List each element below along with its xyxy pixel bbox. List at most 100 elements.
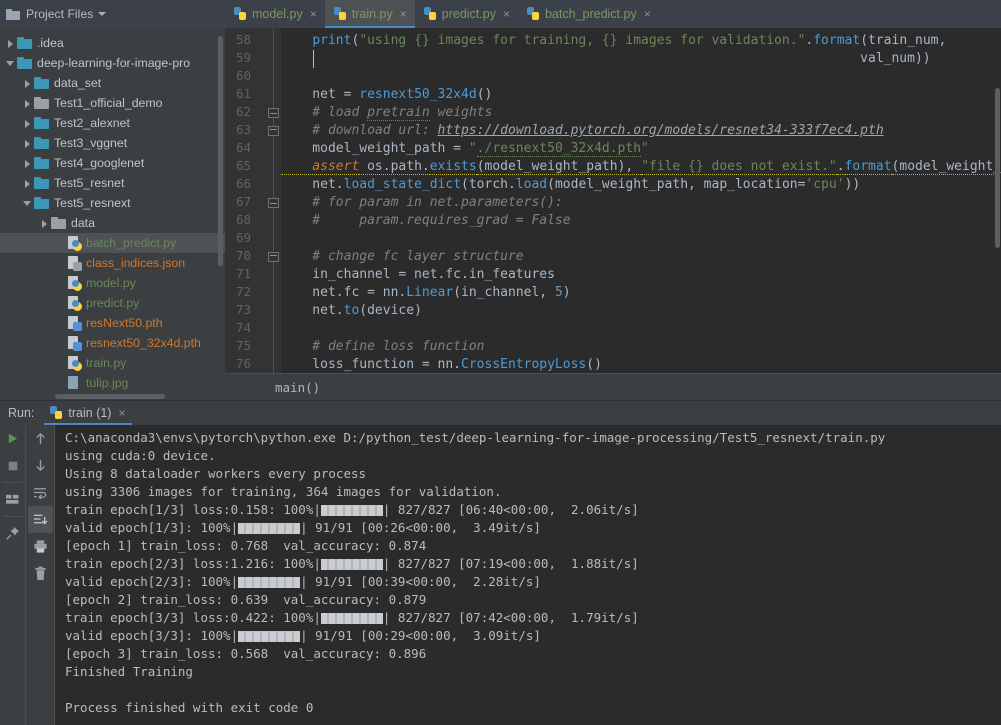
- clear-all-icon[interactable]: [28, 560, 53, 587]
- tree-item-label: resnext50_32x4d.pth: [86, 336, 201, 350]
- editor-tab-train-py[interactable]: train.py ×: [324, 0, 415, 28]
- project-tree[interactable]: tulip.jpg train.py resnext50_32x4d.pth resN…: [0, 28, 225, 400]
- code-line: net.fc = nn.Linear(in_channel, 5): [281, 285, 571, 300]
- chevron-right-icon[interactable]: [21, 97, 33, 109]
- tree-item-label: tulip.jpg: [86, 376, 129, 390]
- scroll-down-icon[interactable]: [28, 452, 53, 479]
- progress-bar: [320, 505, 383, 516]
- close-icon[interactable]: ×: [118, 406, 125, 420]
- tree-item--idea[interactable]: .idea: [0, 33, 225, 53]
- tree-item-deep-learning-for-image-pro[interactable]: deep-learning-for-image-pro: [0, 53, 225, 73]
- line-number: 66: [235, 176, 251, 191]
- progress-bar: [320, 613, 383, 624]
- code-fold-marker[interactable]: [268, 126, 279, 136]
- code-content[interactable]: print("using {} images for training, {} …: [281, 28, 1001, 373]
- chevron-down-icon[interactable]: [98, 12, 107, 16]
- project-files-selector[interactable]: Project Files: [0, 0, 225, 28]
- code-line: in_channel = net.fc.in_features: [281, 267, 555, 282]
- code-fold-marker[interactable]: [268, 198, 279, 208]
- image-file-icon: [68, 376, 81, 390]
- python-file-icon: [333, 7, 347, 21]
- code-line: net = resnext50_32x4d(): [281, 87, 493, 102]
- editor-tab-model-py[interactable]: model.py ×: [225, 0, 325, 28]
- tree-item-test1-official-demo[interactable]: Test1_official_demo: [0, 93, 225, 113]
- chevron-right-icon[interactable]: [21, 117, 33, 129]
- tree-item-tulip-jpg[interactable]: tulip.jpg: [0, 373, 225, 393]
- tree-item-test4-googlenet[interactable]: Test4_googlenet: [0, 153, 225, 173]
- project-tree-vertical-scrollbar[interactable]: [218, 36, 223, 266]
- chevron-down-icon[interactable]: [21, 197, 33, 209]
- chevron-right-icon[interactable]: [38, 217, 50, 229]
- tree-item-label: batch_predict.py: [86, 236, 177, 250]
- console-text: | 827/827 [07:42<00:00, 1.79it/s]: [382, 610, 639, 625]
- code-line: # load pretrain weights: [281, 105, 493, 121]
- folder-icon: [6, 8, 20, 20]
- scroll-up-icon[interactable]: [28, 425, 53, 452]
- console-text: valid epoch[2/3]: 100%|: [65, 574, 239, 589]
- line-number: 64: [235, 140, 251, 155]
- progress-bar: [238, 577, 301, 588]
- console-text: train epoch[1/3] loss:0.158: 100%|: [65, 502, 321, 517]
- tree-item-model-py[interactable]: model.py: [0, 273, 225, 293]
- tree-item-train-py[interactable]: train.py: [0, 353, 225, 373]
- run-console-output[interactable]: C:\anaconda3\envs\pytorch\python.exe D:/…: [55, 425, 1001, 725]
- code-fold-marker[interactable]: [268, 108, 279, 118]
- run-icon[interactable]: [0, 425, 25, 452]
- toolbar-divider: [3, 516, 22, 517]
- code-line: print("using {} images for training, {} …: [312, 33, 947, 48]
- tree-item-class-indices-json[interactable]: class_indices.json: [0, 253, 225, 273]
- chevron-down-icon[interactable]: [4, 57, 16, 69]
- chevron-right-icon[interactable]: [4, 37, 16, 49]
- code-editor[interactable]: 58 59 60 61 62 63 64 65 66 67 68 69 70 71 72 73 74 75 76 p…: [225, 28, 1001, 373]
- scrollbar-thumb[interactable]: [55, 394, 165, 399]
- editor-vertical-scrollbar[interactable]: [995, 88, 1000, 248]
- close-icon[interactable]: ×: [644, 8, 651, 20]
- breadcrumb[interactable]: main(): [225, 373, 1001, 400]
- code-line: # download url: https://download.pytorch…: [281, 123, 884, 138]
- pin-tab-icon[interactable]: [0, 520, 25, 547]
- run-configuration-tab[interactable]: train (1) ×: [44, 401, 132, 425]
- chevron-right-icon[interactable]: [21, 177, 33, 189]
- close-icon[interactable]: ×: [310, 8, 317, 20]
- editor-gutter[interactable]: 58 59 60 61 62 63 64 65 66 67 68 69 70 71 72 73 74 75 76: [225, 28, 281, 373]
- tree-item-label: Test3_vggnet: [54, 136, 128, 150]
- code-fold-marker[interactable]: [268, 252, 279, 262]
- project-tree-horizontal-scrollbar[interactable]: [0, 392, 225, 400]
- soft-wrap-icon[interactable]: [28, 479, 53, 506]
- stop-icon[interactable]: [0, 452, 25, 479]
- print-icon[interactable]: [28, 533, 53, 560]
- close-icon[interactable]: ×: [503, 8, 510, 20]
- python-file-icon: [526, 7, 540, 21]
- tree-item-batch-predict-py[interactable]: batch_predict.py: [0, 233, 225, 253]
- tree-item-predict-py[interactable]: predict.py: [0, 293, 225, 313]
- tree-item-data-set[interactable]: data_set: [0, 73, 225, 93]
- tree-item-test5-resnet[interactable]: Test5_resnet: [0, 173, 225, 193]
- console-line: train epoch[3/3] loss:0.422: 100%| | 827/…: [65, 609, 639, 627]
- close-icon[interactable]: ×: [400, 8, 407, 20]
- code-line: # change fc layer structure: [281, 249, 524, 264]
- tree-item-label: train.py: [86, 356, 127, 370]
- tree-item-data[interactable]: data: [0, 213, 225, 233]
- chevron-right-icon[interactable]: [21, 77, 33, 89]
- editor-tab-predict-py[interactable]: predict.py ×: [415, 0, 518, 28]
- tree-item-test5-resnext[interactable]: Test5_resnext: [0, 193, 225, 213]
- tree-item-test2-alexnet[interactable]: Test2_alexnet: [0, 113, 225, 133]
- chevron-right-icon[interactable]: [21, 137, 33, 149]
- tree-item-label: deep-learning-for-image-pro: [37, 56, 191, 70]
- console-text: valid epoch[1/3]: 100%|: [65, 520, 239, 535]
- chevron-right-icon[interactable]: [21, 157, 33, 169]
- tree-item-resnext50-32x4d-pth[interactable]: resnext50_32x4d.pth: [0, 333, 225, 353]
- tree-item-resnext50-pth[interactable]: resNext50.pth: [0, 313, 225, 333]
- editor-tab-batch_predict-py[interactable]: batch_predict.py ×: [518, 0, 659, 28]
- tree-item-label: resNext50.pth: [86, 316, 163, 330]
- scroll-to-end-icon[interactable]: [27, 506, 53, 533]
- tree-item-label: Test5_resnext: [54, 196, 131, 210]
- restore-layout-icon[interactable]: [0, 486, 25, 513]
- tree-item-test3-vggnet[interactable]: Test3_vggnet: [0, 133, 225, 153]
- tab-label: model.py: [252, 7, 303, 21]
